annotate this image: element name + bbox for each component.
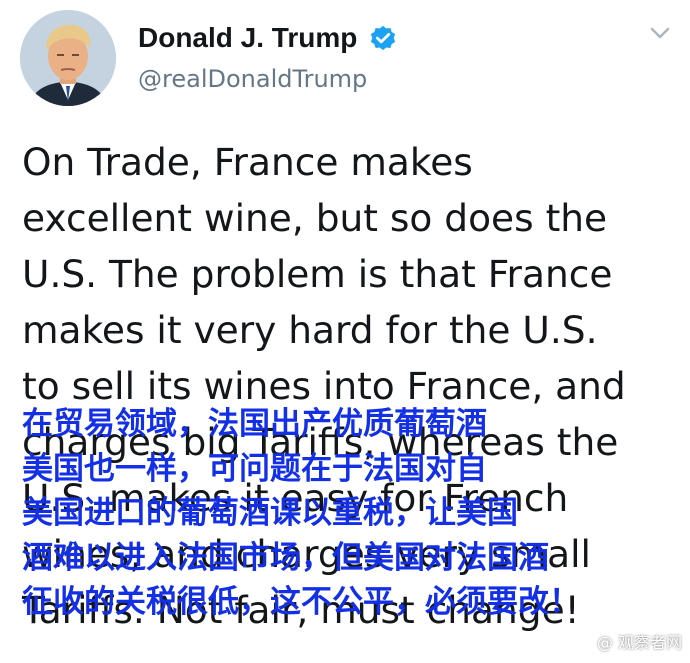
- profile-photo: [20, 10, 116, 106]
- chevron-down-icon[interactable]: [646, 22, 674, 44]
- tweet-text-line: U.S. The problem is that France: [22, 252, 613, 296]
- verified-badge-icon: [368, 24, 398, 54]
- tweet-text-line: excellent wine, but so does the: [22, 196, 608, 240]
- translation-line: 美国进口的葡萄酒课以重税，让美国: [22, 495, 518, 531]
- translation-line: 酒难以进入法国市场，但美国对法国酒: [22, 539, 549, 576]
- tweet-text-line: makes it very hard for the U.S.: [22, 308, 598, 352]
- tweet-text-line: On Trade, France makes: [22, 140, 473, 184]
- user-handle[interactable]: @realDonaldTrump: [138, 64, 367, 94]
- translation-overlay: 在贸易领域，法国出产优质葡萄酒 美国也一样，可问题在于法国对自 美国进口的葡萄酒…: [22, 402, 672, 625]
- avatar[interactable]: [20, 10, 116, 106]
- watermark: @ 观察者网: [596, 633, 682, 652]
- display-name[interactable]: Donald J. Trump: [138, 20, 357, 56]
- translation-line: 美国也一样，可问题在于法国对自: [22, 450, 487, 487]
- translation-line: 征收的关税很低，这不公平，必须要改！: [22, 584, 580, 620]
- translation-line: 在贸易领域，法国出产优质葡萄酒: [22, 406, 487, 442]
